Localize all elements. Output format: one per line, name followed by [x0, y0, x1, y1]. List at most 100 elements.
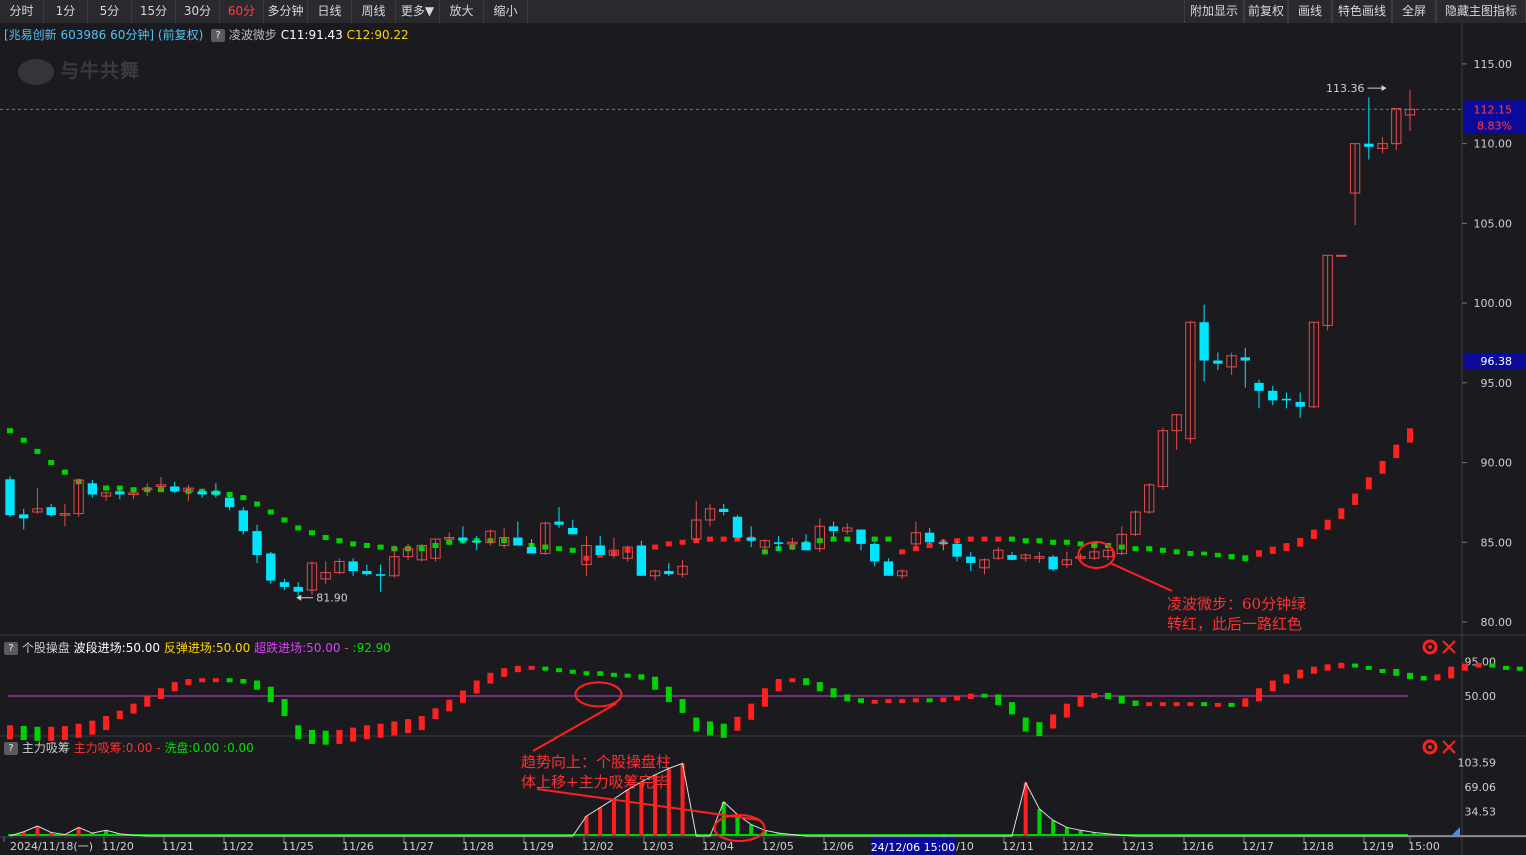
ribbon-mark: [967, 536, 974, 542]
candle-body: [1048, 556, 1058, 570]
p2-bar: [1050, 714, 1057, 729]
candle-body: [568, 527, 578, 535]
ribbon-mark: [1379, 460, 1386, 474]
p2-bar: [322, 730, 329, 745]
panel3-val-d: :0.00: [223, 741, 254, 755]
p2-bar: [1379, 668, 1386, 673]
gear-icon-center: [1428, 645, 1432, 649]
last-price-label: 112.15: [1474, 103, 1513, 116]
p2-bar: [61, 726, 68, 741]
price-tick-label: 90.00: [1481, 457, 1513, 470]
annotation-trend-line1: 趋势向上：个股操盘柱: [521, 753, 672, 771]
p2-bar: [1214, 702, 1221, 707]
ribbon-mark: [1365, 477, 1372, 490]
p3-green-bar: [1064, 827, 1069, 836]
stock-chart[interactable]: 80.00 85.00 90.00 95.00 100.00 105.00 110.00 11…: [0, 0, 1526, 855]
ribbon-mark: [844, 536, 851, 542]
p3-green-bar: [1051, 820, 1056, 836]
crosshair-time-label: 24/12/06 15:00: [871, 841, 956, 854]
candle-body: [1364, 143, 1374, 147]
p3-green-bar: [1037, 808, 1042, 836]
help-icon[interactable]: ?: [4, 742, 18, 755]
p2-bar: [281, 699, 288, 716]
p2-bar: [1256, 688, 1263, 702]
p2-bar: [1503, 665, 1510, 670]
p2-bar: [1105, 692, 1112, 699]
time-tick-label: 12/11: [1002, 840, 1034, 853]
panel3-header: ? 主力吸筹 主力吸筹:0.00 - 洗盘:0.00 :0.00: [4, 739, 254, 756]
panel3-val-a: 主力吸筹:0.00: [73, 741, 153, 755]
candle-body: [746, 537, 756, 541]
time-tick-label: 12/17: [1242, 840, 1274, 853]
candle-body: [211, 491, 221, 495]
ribbon-mark: [295, 525, 302, 531]
p2-bar: [157, 688, 164, 699]
candle-body: [362, 571, 372, 575]
panel2-header: ? 个股操盘 波段进场:50.00 反弹进场:50.00 超跌进场:50.00 …: [4, 639, 391, 656]
ribbon-mark: [363, 542, 370, 548]
ribbon-mark: [1407, 428, 1413, 443]
ribbon-mark: [556, 546, 563, 552]
annotation-trend: 趋势向上：个股操盘柱 体上移+主力吸筹完毕: [521, 752, 671, 792]
ribbon-mark: [281, 517, 288, 523]
panel2-val-d: -: [344, 641, 349, 655]
p2-bar: [254, 680, 261, 690]
panel3-val-c: 洗盘:0.00: [164, 741, 220, 755]
p2-bar: [1132, 700, 1139, 706]
indicator-name[interactable]: 凌波微步: [229, 28, 277, 42]
candle-body: [224, 497, 235, 508]
ribbon-mark: [1352, 493, 1359, 505]
p2-bar: [1063, 703, 1070, 718]
candle-body: [966, 556, 976, 564]
p2-bar: [597, 671, 604, 676]
ribbon-mark: [1324, 519, 1331, 530]
p2-bar: [350, 727, 357, 742]
p2-bar: [7, 725, 13, 740]
p2-bar: [816, 682, 823, 692]
p2-bar: [638, 674, 645, 680]
time-tick-label: 2024/11/18(一): [10, 840, 93, 853]
p2-bar: [363, 725, 370, 740]
help-icon[interactable]: ?: [211, 29, 226, 42]
ribbon-mark: [350, 541, 357, 547]
ribbon-mark: [1146, 546, 1153, 552]
p2-bar: [1365, 665, 1372, 670]
p2-bar: [652, 676, 659, 690]
time-tick-label: 12/02: [582, 840, 614, 853]
candle-body: [828, 526, 839, 532]
p2-bar: [446, 699, 453, 712]
candle-body: [595, 545, 605, 556]
price-tick-label: 80.00: [1481, 616, 1513, 629]
panel3-val-b: -: [156, 741, 161, 755]
panel3-name[interactable]: 主力吸筹: [22, 741, 70, 755]
p2-bar: [1008, 702, 1015, 715]
p2-bar: [1434, 674, 1441, 681]
candle-body: [856, 529, 866, 544]
p2-bar: [844, 694, 851, 702]
ribbon-mark: [569, 547, 576, 553]
p2-bar: [377, 723, 384, 738]
candle-body: [924, 532, 935, 543]
candle-body: [952, 543, 962, 557]
panel2-val-a: 波段进场:50.00: [73, 641, 161, 655]
ribbon-mark: [1159, 547, 1166, 553]
ribbon-mark: [707, 536, 713, 542]
p2-bar: [1269, 680, 1276, 692]
ribbon-mark: [1050, 539, 1057, 545]
p2-bar: [418, 716, 425, 731]
p2-bar: [514, 665, 521, 673]
ribbon-mark: [7, 428, 13, 434]
ribbon-mark: [1022, 538, 1029, 544]
annotation-lingbo: 凌波微步：60分钟绿 转红，此后一路红色: [1167, 594, 1306, 634]
stock-title[interactable]: [兆易创新 603986 60分钟] (前复权): [4, 28, 203, 42]
candle-body: [5, 479, 15, 516]
panel2-val-b: 反弹进场:50.00: [163, 641, 251, 655]
time-tick-label: 12/04: [702, 840, 734, 853]
p2-bar: [1324, 664, 1331, 671]
help-icon[interactable]: ?: [4, 642, 18, 655]
p2-bar: [473, 680, 480, 694]
candle-body: [375, 574, 386, 576]
panel2-name[interactable]: 个股操盘: [22, 641, 70, 655]
p2-bar: [528, 665, 535, 670]
low-price-label: 81.90: [316, 592, 348, 605]
